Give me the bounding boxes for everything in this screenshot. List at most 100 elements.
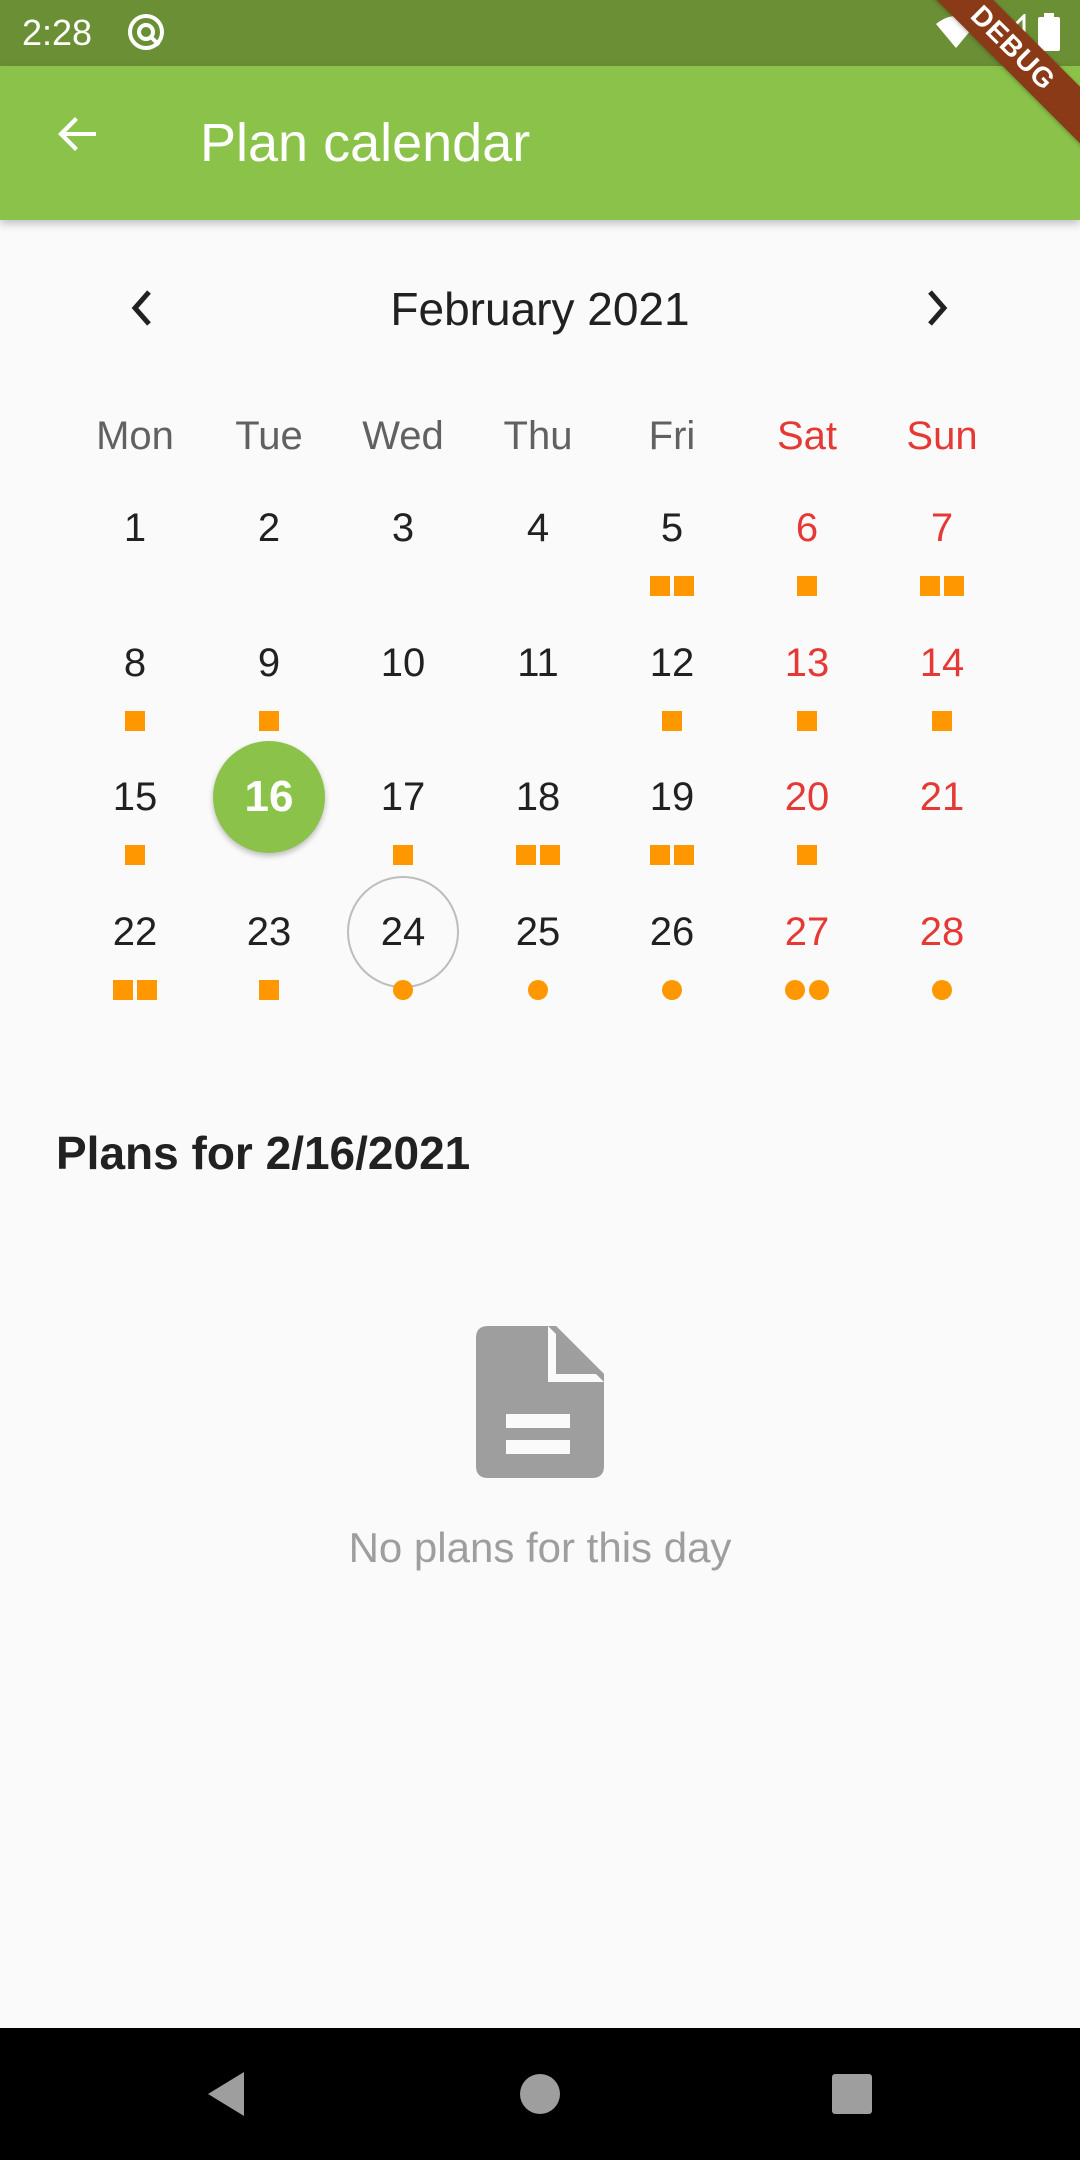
recents-square-icon [832,2074,872,2114]
day-cell-20[interactable]: 20 [740,741,874,875]
chevron-right-icon [928,290,948,326]
day-cell-26[interactable]: 26 [605,876,739,1010]
plan-square-marker [674,845,694,865]
weekday-thu: Thu [503,414,573,458]
day-cell-22[interactable]: 22 [68,876,202,1010]
day-cell-28[interactable]: 28 [875,876,1009,1010]
plan-markers [68,711,202,731]
day-number: 26 [649,909,695,954]
day-cell-2[interactable]: 2 [202,472,336,606]
plan-dot-marker [662,980,682,1000]
plan-markers [68,845,202,865]
day-number: 1 [123,505,147,550]
weekday-wed: Wed [362,414,444,458]
weekday-sat: Sat [776,414,838,458]
nav-recents-button[interactable] [816,2058,888,2130]
plan-markers [740,845,874,865]
day-cell-5[interactable]: 5 [605,472,739,606]
plan-square-marker [259,980,279,1000]
day-number: 28 [919,909,965,954]
day-number: 11 [517,640,559,685]
plan-markers [605,980,739,1000]
day-number: 2 [257,505,281,550]
plan-dot-marker [809,980,829,1000]
plan-markers [740,980,874,1000]
plan-dot-marker [393,980,413,1000]
day-cell-19[interactable]: 19 [605,741,739,875]
day-number: 3 [391,505,415,550]
day-number: 14 [919,640,965,685]
day-number: 10 [380,640,426,685]
day-cell-7[interactable]: 7 [875,472,1009,606]
plan-markers [605,845,739,865]
plan-square-marker [797,576,817,596]
day-cell-6[interactable]: 6 [740,472,874,606]
day-cell-1[interactable]: 1 [68,472,202,606]
plan-markers [605,711,739,731]
weekday-header: Mon Tue Wed Thu Fri Sat Sun [0,406,1080,466]
day-cell-3[interactable]: 3 [336,472,470,606]
day-cell-8[interactable]: 8 [68,607,202,741]
nav-home-button[interactable] [504,2058,576,2130]
app-bar: Plan calendar [0,66,1080,220]
plan-dot-marker [932,980,952,1000]
plan-square-marker [674,576,694,596]
day-cell-10[interactable]: 10 [336,607,470,741]
weekday-tue: Tue [235,414,303,458]
day-cell-17[interactable]: 17 [336,741,470,875]
app-notification-icon [128,14,164,50]
day-number: 21 [919,774,965,819]
nav-back-button[interactable] [190,2058,262,2130]
plan-square-marker [125,711,145,731]
status-time: 2:28 [22,12,93,53]
empty-state-text: No plans for this day [348,1524,732,1571]
day-cell-4[interactable]: 4 [471,472,605,606]
day-cell-25[interactable]: 25 [471,876,605,1010]
plan-square-marker [113,980,133,1000]
back-button[interactable] [40,96,116,172]
plan-markers [471,845,605,865]
day-cell-18[interactable]: 18 [471,741,605,875]
day-cell-24[interactable]: 24 [336,876,470,1010]
home-circle-icon [520,2074,560,2114]
plan-square-marker [650,845,670,865]
plan-markers [875,980,1009,1000]
day-number: 20 [784,774,830,819]
day-number: 24 [347,876,459,988]
plan-square-marker [516,845,536,865]
plan-markers [471,980,605,1000]
status-bar: 2:28 [0,0,1080,66]
day-cell-21[interactable]: 21 [875,741,1009,875]
day-number: 17 [380,774,426,819]
plan-markers [202,980,336,1000]
day-cell-23[interactable]: 23 [202,876,336,1010]
back-triangle-icon [208,2072,244,2116]
day-cell-14[interactable]: 14 [875,607,1009,741]
month-navigation: February 2021 [0,268,1080,348]
plan-dot-marker [785,980,805,1000]
plan-square-marker [662,711,682,731]
plans-heading: Plans for 2/16/2021 [56,1127,471,1179]
weekday-mon: Mon [96,414,174,458]
day-cell-9[interactable]: 9 [202,607,336,741]
plan-markers [68,980,202,1000]
day-cell-15[interactable]: 15 [68,741,202,875]
plan-markers [202,711,336,731]
day-cell-16[interactable]: 16 [202,741,336,875]
day-cell-12[interactable]: 12 [605,607,739,741]
next-month-button[interactable] [897,268,977,348]
plan-square-marker [797,711,817,731]
plan-markers [605,576,739,596]
day-cell-11[interactable]: 11 [471,607,605,741]
weekday-fri: Fri [648,414,696,458]
plan-markers [336,980,470,1000]
day-cell-13[interactable]: 13 [740,607,874,741]
day-number: 18 [515,774,561,819]
plan-square-marker [944,576,964,596]
plan-square-marker [393,845,413,865]
plan-square-marker [797,845,817,865]
plan-square-marker [650,576,670,596]
day-cell-27[interactable]: 27 [740,876,874,1010]
day-number: 6 [795,505,819,550]
day-number: 7 [930,505,954,550]
